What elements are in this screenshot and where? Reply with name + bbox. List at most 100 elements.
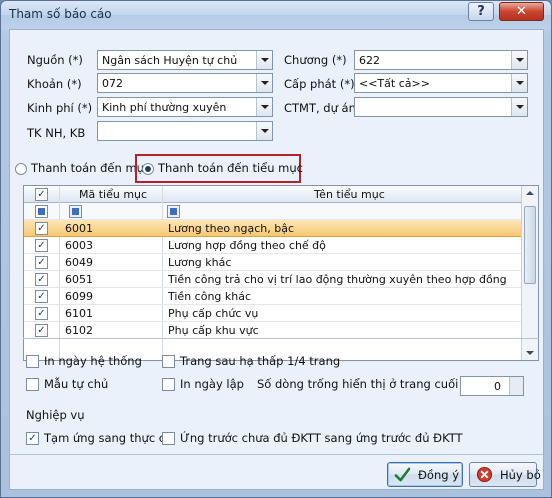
ung-truoc-checkbox[interactable] <box>162 432 175 445</box>
trang-sau-checkbox[interactable] <box>162 355 175 368</box>
scroll-up-icon[interactable] <box>526 191 534 195</box>
col-header-code[interactable]: Mã tiểu mục <box>79 188 147 201</box>
row-name: Lương hợp đồng theo chế độ <box>168 239 326 252</box>
ok-label: Đồng ý <box>418 468 459 482</box>
chuong-combo[interactable]: 622 <box>354 50 528 70</box>
row-code: 6102 <box>65 324 93 337</box>
row-code: 6051 <box>65 273 93 286</box>
chevron-down-icon[interactable] <box>256 122 272 140</box>
kinh-phi-value: Kinh phí thường xuyên <box>102 101 227 114</box>
scroll-thumb[interactable] <box>524 206 536 284</box>
col-header-name[interactable]: Tên tiểu mục <box>314 188 385 201</box>
cap-phat-value: <<Tất cả>> <box>359 77 430 90</box>
kinh-phi-label: Kinh phí (*) <box>27 101 93 115</box>
in-ngay-lap-checkbox[interactable] <box>162 378 175 391</box>
row-checkbox[interactable]: ✓ <box>35 307 48 320</box>
filter-row <box>24 203 522 220</box>
chevron-down-icon[interactable] <box>256 74 272 92</box>
grid-header: ✓ Mã tiểu mục Tên tiểu mục <box>24 186 522 203</box>
in-ngay-he-thong-label[interactable]: In ngày hệ thống <box>44 354 142 368</box>
dialog-body: Nguồn (*) Ngân sách Huyện tự chủ Khoản (… <box>9 29 544 490</box>
in-ngay-he-thong-checkbox[interactable] <box>26 355 39 368</box>
row-checkbox[interactable]: ✓ <box>35 273 48 286</box>
cancel-button[interactable]: Hủy bỏ <box>469 462 541 487</box>
row-checkbox[interactable]: ✓ <box>35 290 48 303</box>
title-bar[interactable]: Tham số báo cáo ? ✕ <box>1 1 551 29</box>
chevron-down-icon[interactable] <box>511 98 527 116</box>
in-ngay-lap-label[interactable]: In ngày lập <box>180 377 244 391</box>
nghiep-vu-title: Nghiệp vụ <box>26 408 85 422</box>
ctmt-combo[interactable] <box>354 97 528 117</box>
so-dong-trong-spinner[interactable]: 0 <box>460 376 524 396</box>
row-code: 6003 <box>65 239 93 252</box>
chuong-value: 622 <box>359 54 380 67</box>
tk-nh-kb-combo[interactable] <box>97 121 273 141</box>
row-name: Lương khác <box>168 256 232 269</box>
row-name: Tiền công khác <box>168 290 252 303</box>
spinner-arrows-icon[interactable] <box>509 377 523 395</box>
row-checkbox[interactable]: ✓ <box>35 256 48 269</box>
cancel-icon <box>476 466 493 483</box>
ung-truoc-label[interactable]: Ứng trước chưa đủ ĐKTT sang ứng trước đủ… <box>180 431 463 445</box>
cancel-label: Hủy bỏ <box>500 468 541 482</box>
ctmt-label: CTMT, dự án <box>284 101 356 115</box>
dialog-window: Tham số báo cáo ? ✕ Nguồn (*) Ngân sách … <box>0 0 552 498</box>
table-row[interactable]: ✓ 6001 Lương theo ngạch, bậc <box>24 220 522 237</box>
row-code: 6049 <box>65 256 93 269</box>
row-name: Phụ cấp khu vực <box>168 324 259 337</box>
filter-checkbox[interactable] <box>35 205 48 218</box>
cap-phat-combo[interactable]: <<Tất cả>> <box>354 73 528 93</box>
grid-vertical-scrollbar[interactable] <box>521 186 538 360</box>
row-name: Tiền công trả cho vị trí lao động thường… <box>168 273 507 286</box>
nguon-combo[interactable]: Ngân sách Huyện tự chủ <box>97 50 273 70</box>
radio-thanh-toan-muc[interactable] <box>15 163 27 175</box>
row-name: Lương theo ngạch, bậc <box>168 222 295 235</box>
table-row[interactable]: ✓ 6003 Lương hợp đồng theo chế độ <box>24 237 522 254</box>
divider <box>23 338 539 339</box>
radio-tieu-muc-label[interactable]: Thanh toán đến tiểu mục <box>158 161 303 175</box>
radio-muc-label[interactable]: Thanh toán đến mục <box>31 161 150 175</box>
row-code: 6001 <box>65 222 93 235</box>
row-checkbox[interactable]: ✓ <box>35 324 48 337</box>
mau-tu-chu-label[interactable]: Mẫu tự chủ <box>44 377 108 391</box>
select-all-checkbox[interactable]: ✓ <box>35 188 48 201</box>
row-checkbox[interactable]: ✓ <box>35 222 48 235</box>
khoan-value: 072 <box>102 77 123 90</box>
table-row[interactable]: ✓ 6049 Lương khác <box>24 254 522 271</box>
close-button[interactable]: ✕ <box>499 2 544 21</box>
khoan-combo[interactable]: 072 <box>97 73 273 93</box>
trang-sau-label[interactable]: Trang sau hạ thấp 1/4 trang <box>180 354 340 368</box>
table-row[interactable]: ✓ 6102 Phụ cấp khu vực <box>24 322 522 339</box>
ok-button[interactable]: Đồng ý <box>387 462 463 487</box>
filter-code-icon[interactable] <box>69 205 82 218</box>
chevron-down-icon[interactable] <box>511 74 527 92</box>
cap-phat-label: Cấp phát (*) <box>284 77 355 91</box>
so-dong-trong-label: Số dòng trống hiển thị ở trang cuối cùng <box>257 377 491 391</box>
table-row[interactable]: ✓ 6099 Tiền công khác <box>24 288 522 305</box>
radio-thanh-toan-tieu-muc[interactable] <box>142 163 154 175</box>
row-code: 6101 <box>65 307 93 320</box>
chuong-label: Chương (*) <box>284 53 347 67</box>
chevron-down-icon[interactable] <box>256 98 272 116</box>
filter-name-icon[interactable] <box>167 205 180 218</box>
table-row[interactable]: ✓ 6101 Phụ cấp chức vụ <box>24 305 522 322</box>
help-button[interactable]: ? <box>468 2 494 21</box>
checkmark-icon <box>394 467 411 482</box>
table-row[interactable]: ✓ 6051 Tiền công trả cho vị trí lao động… <box>24 271 522 288</box>
tam-ung-label[interactable]: Tạm ứng sang thực chi <box>44 431 176 445</box>
chevron-down-icon[interactable] <box>511 51 527 69</box>
mau-tu-chu-checkbox[interactable] <box>26 378 39 391</box>
tam-ung-checkbox[interactable]: ✓ <box>26 432 39 445</box>
dialog-title: Tham số báo cáo <box>9 7 112 21</box>
divider <box>10 454 543 455</box>
scroll-down-icon[interactable] <box>526 351 534 355</box>
row-code: 6099 <box>65 290 93 303</box>
so-dong-trong-value: 0 <box>494 380 501 393</box>
chevron-down-icon[interactable] <box>256 51 272 69</box>
khoan-label: Khoản (*) <box>27 77 82 91</box>
nguon-value: Ngân sách Huyện tự chủ <box>102 54 238 67</box>
row-checkbox[interactable]: ✓ <box>35 239 48 252</box>
kinh-phi-combo[interactable]: Kinh phí thường xuyên <box>97 97 273 117</box>
tieu-muc-grid[interactable]: ✓ Mã tiểu mục Tên tiểu mục ✓ 6001 Lương … <box>23 185 539 361</box>
tk-nh-kb-label: TK NH, KB <box>27 126 86 140</box>
